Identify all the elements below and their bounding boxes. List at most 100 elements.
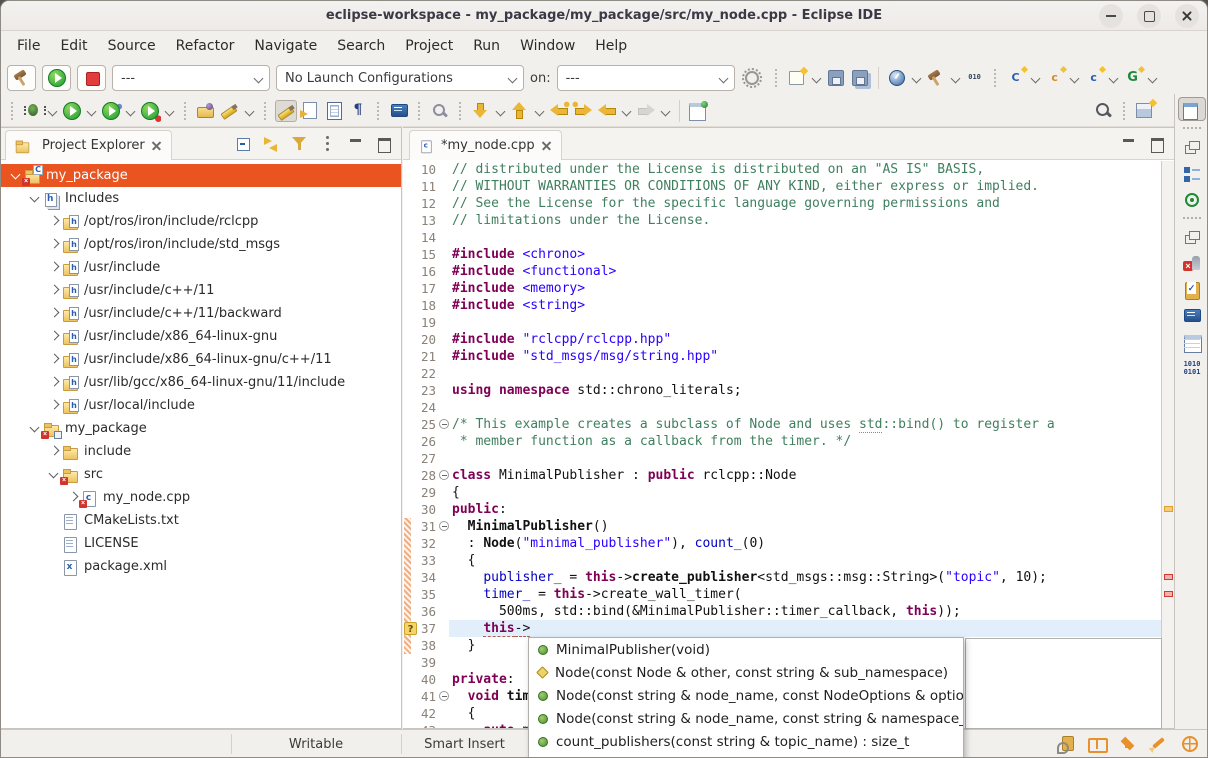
next-annotation-icon[interactable] bbox=[470, 100, 492, 122]
debug-icon[interactable] bbox=[22, 100, 44, 122]
tree-twistie-icon[interactable] bbox=[47, 306, 62, 321]
new-view-icon[interactable] bbox=[1134, 100, 1156, 122]
tree-item[interactable]: ×my_package bbox=[1, 417, 401, 440]
dropdown-chevron-icon[interactable] bbox=[163, 100, 176, 122]
dropdown-chevron-icon[interactable] bbox=[949, 67, 962, 89]
outline-view-icon[interactable] bbox=[1181, 163, 1203, 185]
fold-collapse-icon[interactable] bbox=[439, 521, 449, 531]
tree-item[interactable]: xpackage.xml bbox=[1, 555, 401, 578]
menu-project[interactable]: Project bbox=[395, 35, 463, 57]
dropdown-chevron-icon[interactable] bbox=[1029, 67, 1042, 89]
open-element-icon[interactable] bbox=[195, 100, 217, 122]
menu-navigate[interactable]: Navigate bbox=[244, 35, 327, 57]
new-c-folder-icon[interactable]: c bbox=[1044, 67, 1066, 89]
tree-twistie-icon[interactable] bbox=[47, 329, 62, 344]
forward-disabled-icon[interactable] bbox=[635, 100, 657, 122]
tree-item[interactable]: Includes bbox=[1, 187, 401, 210]
tree-item[interactable]: /usr/include bbox=[1, 256, 401, 279]
dropdown-chevron-icon[interactable] bbox=[46, 100, 59, 122]
dropdown-chevron-icon[interactable] bbox=[1107, 67, 1120, 89]
maximize-view-icon[interactable] bbox=[1146, 133, 1168, 155]
mark-occurrences-off-icon[interactable] bbox=[429, 100, 451, 122]
open-console-icon[interactable] bbox=[388, 100, 410, 122]
web-globe-icon[interactable] bbox=[1179, 733, 1201, 755]
maximize-view-icon[interactable] bbox=[373, 133, 395, 155]
tree-item[interactable]: include bbox=[1, 440, 401, 463]
dropdown-chevron-icon[interactable] bbox=[243, 100, 256, 122]
tree-item[interactable]: LICENSE bbox=[1, 532, 401, 555]
show-element-icon[interactable] bbox=[323, 100, 345, 122]
run-button[interactable] bbox=[42, 65, 71, 91]
memory-view-icon[interactable]: 1010 0101 bbox=[1181, 357, 1203, 379]
dropdown-chevron-icon[interactable] bbox=[1068, 67, 1081, 89]
binary-file-icon[interactable]: 010 bbox=[964, 67, 986, 89]
launch-settings-gear-icon[interactable] bbox=[741, 67, 763, 89]
dropdown-chevron-icon[interactable] bbox=[910, 67, 923, 89]
view-menu-icon[interactable] bbox=[317, 133, 339, 155]
title-bar[interactable]: eclipse-workspace - my_package/my_packag… bbox=[1, 1, 1207, 31]
tree-twistie-icon[interactable] bbox=[28, 191, 43, 206]
close-icon[interactable] bbox=[541, 140, 553, 152]
problems-view-icon[interactable] bbox=[1181, 253, 1203, 275]
build-button[interactable] bbox=[7, 65, 36, 91]
debug-view-icon[interactable] bbox=[1181, 189, 1203, 211]
pin-editor-icon[interactable] bbox=[687, 100, 709, 122]
save-all-icon[interactable] bbox=[849, 67, 871, 89]
completion-item[interactable]: count_subscribers(const string & topic_n… bbox=[529, 753, 963, 758]
back-icon[interactable] bbox=[596, 100, 618, 122]
dropdown-chevron-icon[interactable] bbox=[494, 100, 507, 122]
build-config-combo[interactable]: --- bbox=[112, 65, 270, 91]
tree-item[interactable]: /usr/include/c++/11 bbox=[1, 279, 401, 302]
dropdown-chevron-icon[interactable] bbox=[659, 100, 672, 122]
tree-item[interactable]: ×Cmy_package bbox=[1, 164, 401, 187]
completion-item[interactable]: Node(const Node & other, const string & … bbox=[529, 661, 963, 684]
red-overview-marker[interactable] bbox=[1164, 574, 1173, 580]
minimize-button[interactable] bbox=[1099, 4, 1123, 28]
tree-twistie-icon[interactable] bbox=[47, 398, 62, 413]
save-icon[interactable] bbox=[825, 67, 847, 89]
tree-item[interactable]: c×my_node.cpp bbox=[1, 486, 401, 509]
maximize-button[interactable] bbox=[1137, 4, 1161, 28]
properties-view-icon[interactable] bbox=[1181, 331, 1203, 353]
restore-view-icon[interactable] bbox=[1181, 137, 1203, 159]
completion-item[interactable]: Node(const string & node_name, const Nod… bbox=[529, 684, 963, 707]
review-pencil-icon[interactable] bbox=[1148, 733, 1170, 755]
launch-config-combo[interactable]: No Launch Configurations bbox=[276, 65, 524, 91]
tree-twistie-icon[interactable] bbox=[47, 352, 62, 367]
menu-help[interactable]: Help bbox=[585, 35, 637, 57]
fold-collapse-icon[interactable] bbox=[439, 470, 449, 480]
mark-pen-icon[interactable] bbox=[219, 100, 241, 122]
tab-my-node-cpp[interactable]: c *my_node.cpp bbox=[409, 130, 562, 160]
menu-edit[interactable]: Edit bbox=[50, 35, 97, 57]
menu-search[interactable]: Search bbox=[327, 35, 395, 57]
prev-annotation-icon[interactable] bbox=[509, 100, 531, 122]
run-history-icon[interactable] bbox=[100, 100, 122, 122]
highlighter-on-icon[interactable] bbox=[275, 100, 297, 122]
completion-item[interactable]: count_publishers(const string & topic_na… bbox=[529, 730, 963, 753]
menu-source[interactable]: Source bbox=[98, 35, 166, 57]
dropdown-chevron-icon[interactable] bbox=[1146, 67, 1159, 89]
console-view-icon[interactable] bbox=[1181, 305, 1203, 327]
completion-item[interactable]: MinimalPublisher(void) bbox=[529, 638, 963, 661]
tree-twistie-icon[interactable] bbox=[47, 214, 62, 229]
dropdown-chevron-icon[interactable] bbox=[124, 100, 137, 122]
minimize-view-icon[interactable] bbox=[345, 133, 367, 155]
dropdown-chevron-icon[interactable] bbox=[533, 100, 546, 122]
amber-overview-marker[interactable] bbox=[1164, 506, 1173, 512]
menu-run[interactable]: Run bbox=[463, 35, 510, 57]
tree-item[interactable]: /usr/include/c++/11/backward bbox=[1, 302, 401, 325]
launch-target-combo[interactable]: --- bbox=[557, 65, 735, 91]
search-icon[interactable] bbox=[1093, 100, 1115, 122]
tree-item[interactable]: CMakeLists.txt bbox=[1, 509, 401, 532]
fold-collapse-icon[interactable] bbox=[439, 419, 449, 429]
close-icon[interactable] bbox=[151, 140, 163, 152]
menu-refactor[interactable]: Refactor bbox=[166, 35, 245, 57]
overview-ruler[interactable] bbox=[1161, 161, 1174, 728]
new-wizard-icon[interactable] bbox=[786, 67, 808, 89]
completion-item[interactable]: Node(const string & node_name, const str… bbox=[529, 707, 963, 730]
tree-item[interactable]: ×src bbox=[1, 463, 401, 486]
tree-twistie-icon[interactable] bbox=[47, 444, 62, 459]
tree-twistie-icon[interactable] bbox=[47, 283, 62, 298]
coverage-icon[interactable] bbox=[139, 100, 161, 122]
new-c-class-icon[interactable]: C bbox=[1005, 67, 1027, 89]
